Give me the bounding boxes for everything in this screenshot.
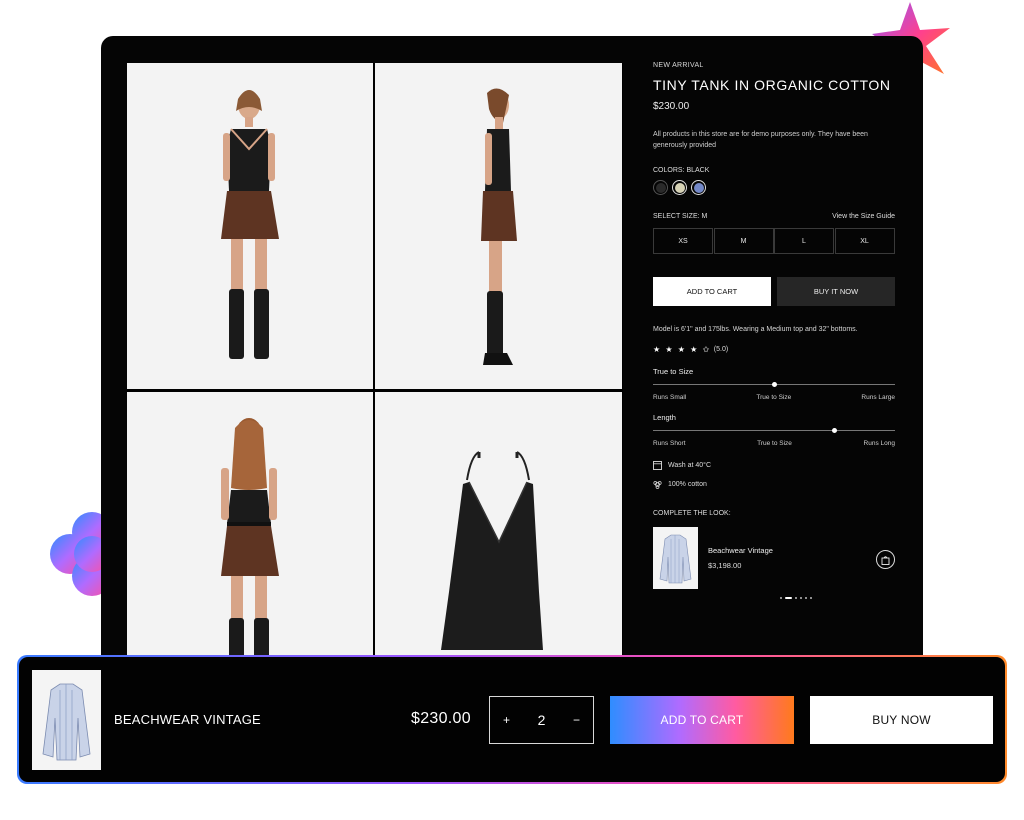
sticky-bar-price: $230.00 — [411, 710, 471, 727]
fit-length-title: Length — [653, 413, 676, 422]
add-to-cart-button[interactable]: ADD TO CART — [653, 277, 771, 306]
size-option-xl[interactable]: XL — [834, 228, 895, 254]
fit-size: True to Size Runs Small True to Size Run… — [653, 367, 895, 401]
rating: ★ ★ ★ ★ ✩ (5.0) — [653, 345, 895, 354]
quantity-value[interactable]: 2 — [538, 712, 546, 728]
fit-size-marker — [771, 382, 777, 387]
rating-stars: ★ ★ ★ ★ ✩ — [653, 345, 711, 354]
cotton-icon — [653, 481, 662, 489]
fit-label-long: Runs Long — [863, 440, 895, 447]
size-option-l[interactable]: L — [774, 228, 834, 254]
shopping-bag-icon — [881, 555, 890, 565]
new-arrival-label: NEW ARRIVAL — [653, 62, 704, 69]
product-title: TINY TANK IN ORGANIC COTTON — [653, 77, 891, 93]
size-header: SELECT SIZE: M View the Size Guide — [653, 213, 895, 220]
add-look-to-bag-button[interactable] — [876, 550, 895, 569]
size-option-m[interactable]: M — [713, 228, 774, 254]
fit-label-true-length: True to Size — [757, 440, 792, 447]
fit-length: Length Runs Short True to Size Runs Long — [653, 413, 895, 447]
sticky-buy-now-button[interactable]: BUY NOW — [810, 696, 993, 744]
fit-size-labels: Runs Small True to Size Runs Large — [653, 394, 895, 401]
fit-label-large: Runs Large — [861, 394, 895, 401]
size-guide-link[interactable]: View the Size Guide — [832, 213, 895, 220]
gallery-image-front[interactable] — [127, 63, 373, 389]
care-cotton: 100% cotton — [653, 480, 895, 489]
quantity-decrease-button[interactable]: − — [573, 713, 580, 727]
carousel-dot[interactable] — [780, 597, 782, 599]
fit-size-track — [653, 382, 895, 387]
color-swatch-blue[interactable] — [691, 180, 706, 195]
product-details: NEW ARRIVAL TINY TANK IN ORGANIC COTTON … — [653, 62, 895, 599]
sticky-bar-image — [32, 670, 101, 770]
color-swatch-beige[interactable] — [672, 180, 687, 195]
care-wash-text: Wash at 40°C — [668, 462, 712, 469]
size-options: XS M L XL — [653, 228, 895, 254]
buy-it-now-button[interactable]: BUY IT NOW — [777, 277, 895, 306]
look-item[interactable]: Beachwear Vintage $3,198.00 — [653, 527, 895, 589]
sticky-add-to-cart-button[interactable]: ADD TO CART — [610, 696, 794, 744]
care-wash: Wash at 40°C — [653, 461, 895, 470]
sticky-bar-product-name: BEACHWEAR VINTAGE — [114, 712, 261, 727]
gallery-image-back[interactable] — [127, 392, 373, 676]
product-window: NEW ARRIVAL TINY TANK IN ORGANIC COTTON … — [101, 36, 923, 676]
colors-label: COLORS: BLACK — [653, 167, 710, 174]
product-gallery — [127, 63, 623, 676]
gallery-image-flat[interactable] — [375, 392, 622, 676]
gallery-image-side[interactable] — [375, 63, 622, 389]
demo-notice: All products in this store are for demo … — [653, 131, 868, 149]
carousel-dot[interactable] — [800, 597, 802, 599]
model-info: Model is 6'1" and 175lbs. Wearing a Medi… — [653, 326, 858, 333]
complete-the-look-label: COMPLETE THE LOOK: — [653, 510, 731, 517]
carousel-dot[interactable] — [795, 597, 797, 599]
carousel-dot-active[interactable] — [785, 597, 792, 599]
rating-value: (5.0) — [713, 346, 729, 353]
wash-icon — [653, 461, 662, 470]
look-item-name[interactable]: Beachwear Vintage — [708, 546, 773, 555]
fit-length-track — [653, 428, 895, 433]
carousel-pagination — [653, 597, 895, 599]
fit-length-labels: Runs Short True to Size Runs Long — [653, 440, 895, 447]
look-item-image[interactable] — [653, 527, 698, 589]
look-item-price: $3,198.00 — [708, 561, 742, 570]
purchase-actions: ADD TO CART BUY IT NOW — [653, 277, 895, 306]
fit-label-small: Runs Small — [653, 394, 687, 401]
product-price: $230.00 — [653, 101, 690, 112]
color-swatch-black[interactable] — [653, 180, 668, 195]
sticky-cart-bar: BEACHWEAR VINTAGE $230.00 + 2 − ADD TO C… — [19, 657, 1005, 782]
carousel-dot[interactable] — [805, 597, 807, 599]
size-option-xs[interactable]: XS — [653, 228, 713, 254]
quantity-increase-button[interactable]: + — [503, 713, 510, 727]
quantity-stepper: + 2 − — [489, 696, 594, 744]
fit-length-marker — [832, 428, 837, 433]
fit-label-true: True to Size — [756, 394, 792, 401]
look-item-info: Beachwear Vintage $3,198.00 — [708, 546, 773, 570]
care-cotton-text: 100% cotton — [668, 481, 707, 488]
fit-size-title: True to Size — [653, 367, 694, 376]
fit-label-short: Runs Short — [653, 440, 686, 447]
select-size-label: SELECT SIZE: M — [653, 213, 708, 220]
color-swatches — [653, 180, 895, 195]
carousel-dot[interactable] — [810, 597, 812, 599]
